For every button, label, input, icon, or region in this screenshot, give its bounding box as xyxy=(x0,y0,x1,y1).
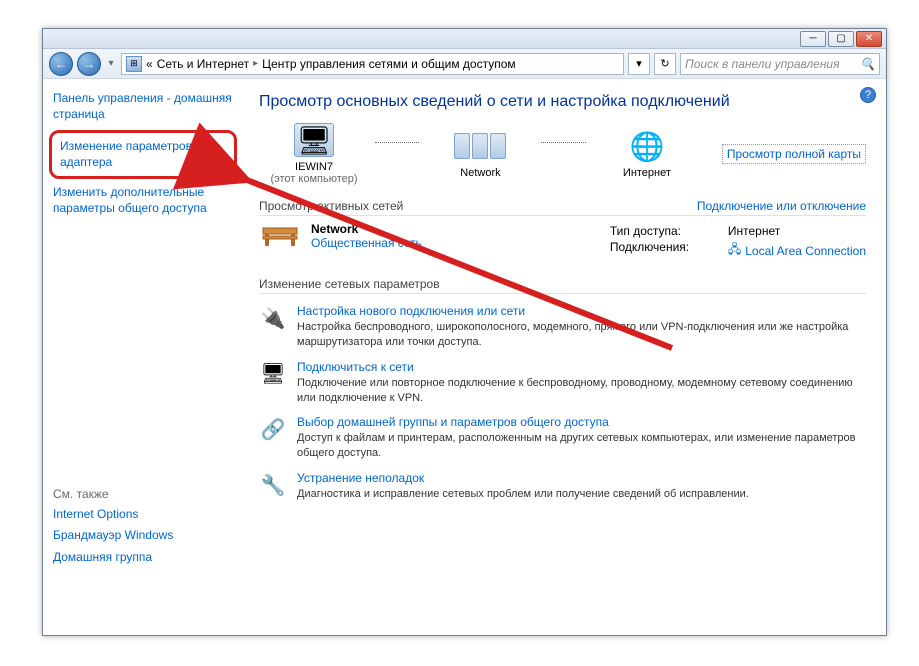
connection-link[interactable]: 🖧 Local Area Connection xyxy=(728,240,866,261)
back-button[interactable]: ← xyxy=(49,52,73,76)
map-connector xyxy=(375,142,419,143)
opt-connect[interactable]: 🖥 Подключиться к сети Подключение или по… xyxy=(259,360,866,406)
window: ─ ▢ ✕ ← → ▾ ⊞ « Сеть и Интернет ▸ Центр … xyxy=(42,28,887,636)
opt-title: Выбор домашней группы и параметров общег… xyxy=(297,415,866,429)
see-also-label: См. также xyxy=(53,487,233,501)
sidebar-adapter-settings-link[interactable]: Изменение параметров адаптера xyxy=(60,139,226,170)
map-connector xyxy=(541,142,585,143)
page-title: Просмотр основных сведений о сети и наст… xyxy=(259,93,866,111)
opt-desc: Доступ к файлам и принтерам, расположенн… xyxy=(297,431,866,461)
opt-title: Устранение неполадок xyxy=(297,471,749,485)
sidebar-home-link[interactable]: Панель управления - домашняя страница xyxy=(53,91,233,122)
see-also-internet-options[interactable]: Internet Options xyxy=(53,507,233,523)
map-node-internet: 🌐 Интернет xyxy=(592,129,702,179)
breadcrumb-part[interactable]: Сеть и Интернет xyxy=(157,57,249,71)
titlebar: ─ ▢ ✕ xyxy=(43,29,886,49)
chevron-right-icon: ▸ xyxy=(253,58,258,69)
opt-desc: Диагностика и исправление сетевых пробле… xyxy=(297,487,749,502)
map-node-sublabel: (этот компьютер) xyxy=(259,173,369,185)
active-network-row: Network Общественная сеть Тип доступа: И… xyxy=(259,222,866,263)
opt-troubleshoot[interactable]: 🔧 Устранение неполадок Диагностика и исп… xyxy=(259,471,866,502)
close-button[interactable]: ✕ xyxy=(856,31,882,47)
highlight-annotation: Изменение параметров адаптера xyxy=(49,130,237,179)
network-name: Network xyxy=(311,222,422,236)
network-icon xyxy=(460,129,500,163)
sidebar-sharing-settings-link[interactable]: Изменить дополнительные параметры общего… xyxy=(53,185,233,216)
opt-new-connection[interactable]: 🔌 Настройка нового подключения или сети … xyxy=(259,304,866,350)
help-icon[interactable]: ? xyxy=(860,87,876,103)
nav-history-dropdown[interactable]: ▾ xyxy=(105,58,117,69)
breadcrumb[interactable]: ⊞ « Сеть и Интернет ▸ Центр управления с… xyxy=(121,53,624,75)
access-type-label: Тип доступа: xyxy=(610,224,710,238)
breadcrumb-part[interactable]: Центр управления сетями и общим доступом xyxy=(262,57,516,71)
access-type-value: Интернет xyxy=(728,224,780,238)
network-map: 🖥 IEWIN7 (этот компьютер) Network 🌐 Инте… xyxy=(259,123,866,185)
maximize-button[interactable]: ▢ xyxy=(828,31,854,47)
new-connection-icon: 🔌 xyxy=(259,304,287,332)
see-also-firewall[interactable]: Брандмауэр Windows xyxy=(53,528,233,544)
see-also: См. также Internet Options Брандмауэр Wi… xyxy=(53,487,233,566)
forward-button[interactable]: → xyxy=(77,52,101,76)
search-icon: 🔍 xyxy=(860,57,875,71)
bench-icon xyxy=(259,222,301,250)
control-panel-icon: ⊞ xyxy=(126,56,142,72)
map-node-label: IEWIN7 xyxy=(259,161,369,173)
opt-desc: Настройка беспроводного, широкополосного… xyxy=(297,320,866,350)
connect-icon: 🖥 xyxy=(259,360,287,388)
sidebar: Панель управления - домашняя страница Из… xyxy=(43,79,243,635)
breadcrumb-prefix: « xyxy=(146,57,153,71)
network-category-link[interactable]: Общественная сеть xyxy=(311,236,422,250)
globe-icon: 🌐 xyxy=(627,129,667,163)
network-entry: Network Общественная сеть xyxy=(259,222,592,250)
connections-label: Подключения: xyxy=(610,240,710,261)
opt-title: Подключиться к сети xyxy=(297,360,866,374)
section-label-text: Изменение сетевых параметров xyxy=(259,277,440,291)
map-node-label: Интернет xyxy=(592,167,702,179)
network-options: 🔌 Настройка нового подключения или сети … xyxy=(259,304,866,502)
address-bar: ← → ▾ ⊞ « Сеть и Интернет ▸ Центр управл… xyxy=(43,49,886,79)
troubleshoot-icon: 🔧 xyxy=(259,471,287,499)
main-panel: ? Просмотр основных сведений о сети и на… xyxy=(243,79,886,635)
view-full-map-link[interactable]: Просмотр полной карты xyxy=(722,144,866,164)
connect-disconnect-link[interactable]: Подключение или отключение xyxy=(697,199,866,213)
map-node-this-pc: 🖥 IEWIN7 (этот компьютер) xyxy=(259,123,369,185)
opt-title: Настройка нового подключения или сети xyxy=(297,304,866,318)
search-input[interactable]: Поиск в панели управления 🔍 xyxy=(680,53,880,75)
refresh-button[interactable]: ↻ xyxy=(654,53,676,75)
computer-icon: 🖥 xyxy=(294,123,334,157)
homegroup-icon: 🔗 xyxy=(259,415,287,443)
opt-homegroup[interactable]: 🔗 Выбор домашней группы и параметров общ… xyxy=(259,415,866,461)
opt-desc: Подключение или повторное подключение к … xyxy=(297,376,866,406)
network-details: Тип доступа: Интернет Подключения: 🖧 Loc… xyxy=(610,222,866,263)
breadcrumb-dropdown[interactable]: ▾ xyxy=(628,53,650,75)
section-label-text: Просмотр активных сетей xyxy=(259,199,403,213)
section-active-networks: Просмотр активных сетей Подключение или … xyxy=(259,199,866,216)
see-also-homegroup[interactable]: Домашняя группа xyxy=(53,550,233,566)
map-node-label: Network xyxy=(425,167,535,179)
map-node-network: Network xyxy=(425,129,535,179)
connection-name: Local Area Connection xyxy=(745,244,866,258)
ethernet-icon: 🖧 xyxy=(728,240,741,261)
search-placeholder: Поиск в панели управления xyxy=(685,57,840,71)
minimize-button[interactable]: ─ xyxy=(800,31,826,47)
section-change-settings: Изменение сетевых параметров xyxy=(259,277,866,294)
content: Панель управления - домашняя страница Из… xyxy=(43,79,886,635)
